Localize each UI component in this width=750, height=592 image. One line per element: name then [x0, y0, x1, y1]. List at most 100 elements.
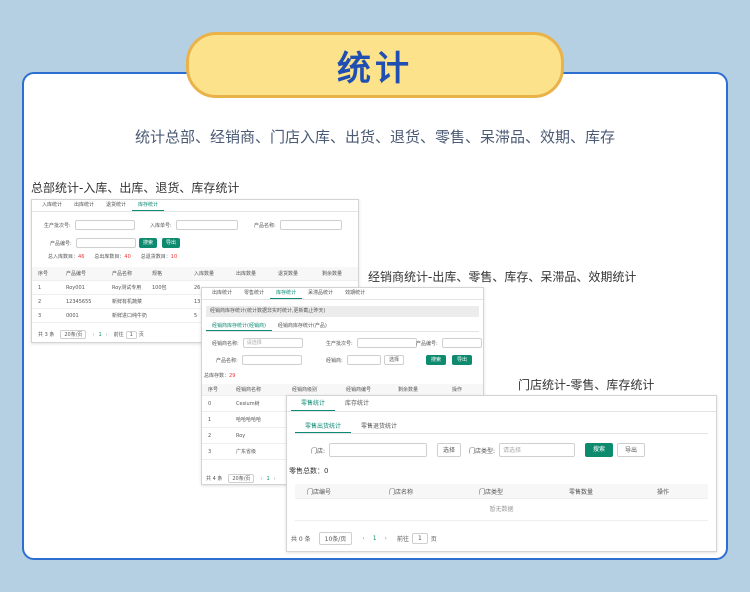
tab-stagnant[interactable]: 呆滞品统计	[302, 288, 339, 299]
total-value: 0	[324, 467, 329, 475]
owner-input[interactable]	[346, 355, 381, 365]
product-no-label: 产品编号:	[50, 240, 72, 247]
batch-label: 生产批次号:	[44, 222, 71, 229]
total-value: 29	[229, 372, 236, 379]
export-button[interactable]: 导出	[452, 355, 472, 365]
col-index: 序号	[38, 271, 49, 277]
prev-page-icon[interactable]: ‹	[92, 332, 94, 338]
export-button[interactable]: 导出	[617, 443, 645, 457]
product-no-label: 产品编号:	[416, 340, 438, 347]
next-page-icon[interactable]: ›	[385, 535, 387, 542]
next-page-icon[interactable]: ›	[106, 332, 108, 338]
col-spec: 规格	[152, 271, 163, 277]
cell: 哈哈哈哈哈	[236, 417, 262, 423]
tab-outbound[interactable]: 出库统计	[68, 200, 100, 211]
col-actions: 操作	[452, 387, 463, 393]
col-actions: 操作	[657, 488, 670, 496]
cell: 广东省级	[236, 449, 257, 455]
subtab-dealer[interactable]: 经销商库存统计(经销商)	[206, 322, 272, 331]
store-label: 门店:	[311, 447, 326, 455]
store-input[interactable]	[329, 443, 428, 457]
current-page[interactable]: 1	[266, 476, 269, 482]
cell: 26	[194, 284, 201, 291]
next-page-icon[interactable]: ›	[274, 476, 276, 482]
goto-input[interactable]: 1	[411, 533, 428, 544]
tab-retail[interactable]: 零售统计	[291, 396, 336, 411]
subtitle: 统计总部、经销商、门店入库、出货、退货、零售、呆滞品、效期、库存	[134, 128, 615, 146]
tab-inbound[interactable]: 入库统计	[36, 200, 68, 211]
table-header: 门店编号 门店名称 门店类型 零售数量 操作	[295, 484, 708, 499]
current-page[interactable]: 1	[98, 332, 101, 338]
inbound-no-label: 入库单号:	[150, 222, 172, 229]
col-store-type: 门店类型	[479, 488, 504, 496]
col-in-qty: 入库数量	[194, 271, 215, 277]
cell: Cesium树	[236, 401, 260, 407]
store-tabs: 零售统计 库存统计	[287, 396, 716, 412]
page-title: 统计	[337, 48, 413, 89]
search-button[interactable]: 搜索	[585, 443, 613, 457]
col-index: 序号	[208, 387, 219, 393]
col-retail-qty: 零售数量	[569, 488, 594, 496]
dealer-select[interactable]: 请选择	[242, 338, 303, 348]
hq-pagination: 共 3 条 20条/页 ‹ 1 › 前往 1 页	[38, 330, 144, 339]
cell: 0001	[66, 312, 79, 319]
product-no-input[interactable]	[441, 338, 482, 348]
store-total: 零售总数： 0	[289, 466, 328, 476]
col-remaining: 剩余数量	[398, 387, 419, 393]
batch-input[interactable]	[74, 220, 135, 230]
product-name-input[interactable]	[279, 220, 342, 230]
tab-inventory[interactable]: 库存统计	[335, 396, 379, 411]
product-no-input[interactable]	[75, 238, 136, 248]
page-size-select[interactable]: 20条/页	[60, 330, 87, 339]
search-button[interactable]: 搜索	[139, 238, 157, 248]
cell: 2	[208, 432, 212, 439]
current-page[interactable]: 1	[373, 535, 377, 542]
col-dealer-level: 经销商级别	[292, 387, 318, 393]
dealer-subtabs: 经销商库存统计(经销商) 经销商库存统计(产品)	[206, 322, 479, 332]
tab-returns[interactable]: 退货统计	[100, 200, 132, 211]
col-store-no: 门店编号	[307, 488, 332, 496]
tab-inventory[interactable]: 库存统计	[132, 200, 165, 211]
store-type-label: 门店类型:	[469, 447, 496, 455]
goto-input[interactable]: 1	[125, 330, 137, 339]
col-store-name: 门店名称	[389, 488, 414, 496]
prev-page-icon[interactable]: ‹	[260, 476, 262, 482]
page-size-select[interactable]: 10条/页	[318, 532, 353, 545]
cell: 3	[208, 448, 212, 455]
goto-label: 前往	[396, 536, 409, 543]
subtab-retail-return[interactable]: 零售退货统计	[351, 420, 407, 433]
page-size-select[interactable]: 20条/页	[228, 474, 255, 483]
goto-unit: 页	[138, 332, 144, 338]
batch-input[interactable]	[356, 338, 417, 348]
cell: 3	[38, 312, 42, 319]
select-button[interactable]: 选择	[437, 443, 461, 457]
in-total-label: 总入库数目：	[48, 254, 79, 260]
store-pagination: 共 0 条 10条/页 ‹ 1 › 前往 1 页	[291, 532, 437, 545]
total-count: 共 4 条	[206, 476, 223, 482]
store-type-select[interactable]: 请选择	[499, 443, 576, 457]
prev-page-icon[interactable]: ‹	[362, 535, 364, 542]
cell: Roy	[236, 432, 246, 439]
tab-expiry[interactable]: 效期统计	[339, 288, 371, 299]
ret-total-label: 总退货数目：	[140, 254, 171, 260]
inbound-no-input[interactable]	[175, 220, 238, 230]
cell: 12345655	[66, 298, 92, 305]
select-button[interactable]: 选择	[384, 355, 404, 365]
export-button[interactable]: 导出	[162, 238, 180, 248]
search-button[interactable]: 搜索	[426, 355, 446, 365]
tab-inventory[interactable]: 库存统计	[270, 288, 303, 299]
dealer-name-label: 经销商名称:	[212, 340, 239, 347]
hq-tabs: 入库统计 出库统计 退货统计 库存统计	[32, 200, 358, 212]
ret-total-value: 10	[170, 253, 178, 260]
out-total-value: 40	[124, 253, 131, 260]
cell: 1	[38, 284, 42, 291]
store-panel: 零售统计 库存统计 零售出货统计 零售退货统计 门店: 选择 门店类型: 请选择 …	[286, 395, 717, 552]
cell: Roy001	[66, 284, 85, 291]
tab-outbound[interactable]: 出库统计	[206, 288, 238, 299]
col-product-no: 产品编号	[66, 271, 87, 277]
subtab-product[interactable]: 经销商库存统计(产品)	[272, 322, 333, 331]
summary: 总入库数目： 46 总出库数目： 40 总退货数目： 10	[48, 253, 178, 261]
product-name-input[interactable]	[241, 355, 302, 365]
subtab-retail-out[interactable]: 零售出货统计	[295, 420, 352, 433]
tab-retail[interactable]: 零售统计	[238, 288, 270, 299]
